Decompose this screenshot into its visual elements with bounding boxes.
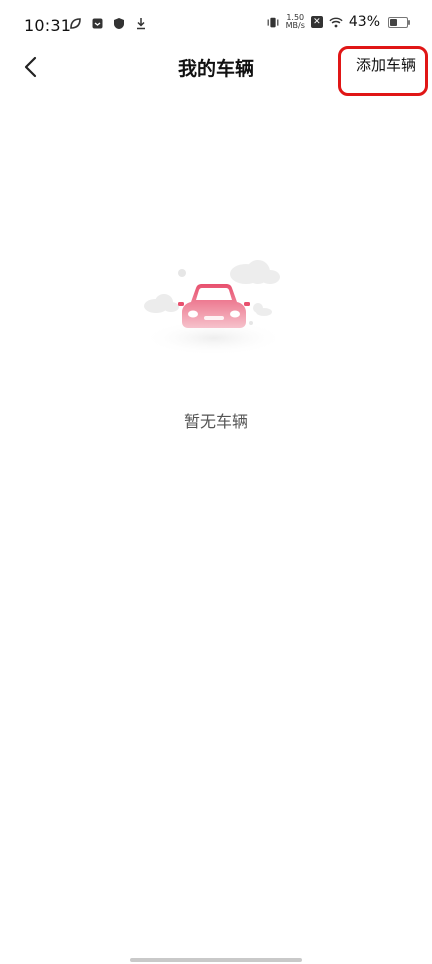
net-speed: 1.50 MB/s xyxy=(286,14,305,30)
x-icon: ✕ xyxy=(310,16,323,28)
cloud-right xyxy=(230,260,280,284)
leaf-icon xyxy=(68,16,82,30)
empty-message: 暂无车辆 xyxy=(183,412,248,431)
car-icon xyxy=(178,284,250,328)
wifi-icon xyxy=(329,15,343,29)
dot xyxy=(249,321,253,325)
status-left-icons xyxy=(68,16,148,30)
inbox-icon xyxy=(90,16,104,30)
status-right: 1.50 MB/s ✕ 43% xyxy=(266,14,410,30)
battery-percent: 43% xyxy=(348,14,380,30)
cloud-left xyxy=(144,294,179,313)
status-time: 10:31 xyxy=(24,16,72,35)
vibrate-icon xyxy=(266,15,280,29)
net-speed-unit: MB/s xyxy=(285,21,305,30)
home-indicator[interactable] xyxy=(130,958,302,962)
download-icon xyxy=(134,16,148,30)
battery-icon xyxy=(388,16,410,28)
dot xyxy=(178,269,186,277)
cloud-small xyxy=(253,303,272,316)
my-vehicles-page: 10:31 1.50 MB/s ✕ 43% 我的车辆 添加车辆 暂无车辆 xyxy=(0,0,432,964)
add-vehicle-button[interactable]: 添加车辆 xyxy=(356,54,416,75)
shield-icon xyxy=(112,16,126,30)
empty-car-illustration xyxy=(142,260,286,356)
header: 我的车辆 添加车辆 xyxy=(0,44,432,92)
status-bar: 10:31 1.50 MB/s ✕ 43% xyxy=(0,0,432,50)
battery-fill xyxy=(390,18,397,26)
